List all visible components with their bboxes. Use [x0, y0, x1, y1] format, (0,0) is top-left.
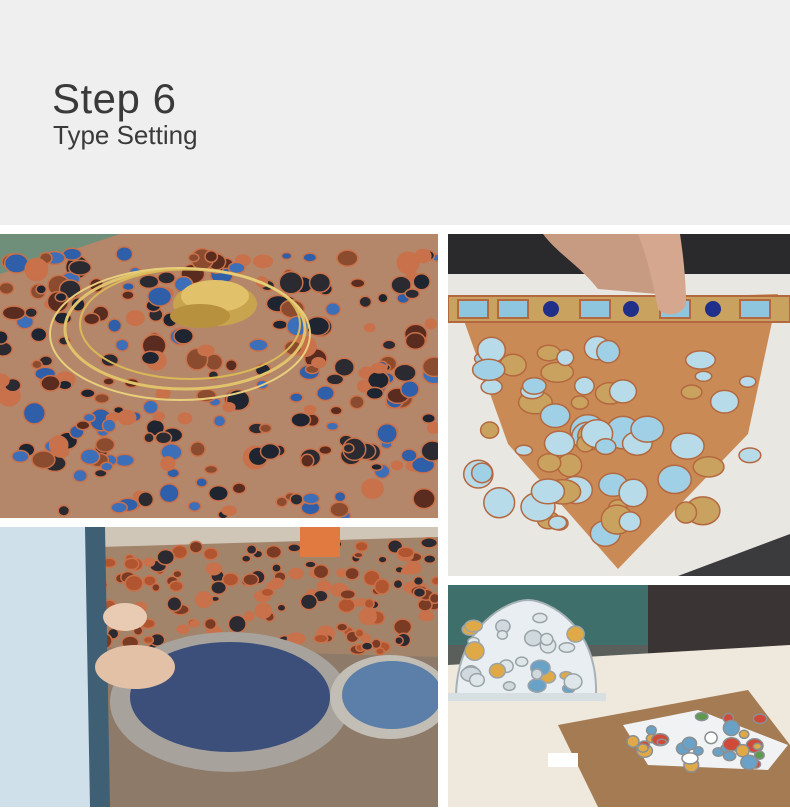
photo-foiled-glass-pile	[0, 234, 438, 518]
photo-finished-shade	[448, 585, 790, 807]
photo-shade-mold	[448, 234, 790, 576]
step-subtitle: Type Setting	[53, 120, 198, 150]
photo-worker-bowl-mold	[0, 527, 438, 807]
step-header: Step 6 Type Setting	[0, 0, 790, 225]
step-title: Step 6	[52, 75, 177, 122]
